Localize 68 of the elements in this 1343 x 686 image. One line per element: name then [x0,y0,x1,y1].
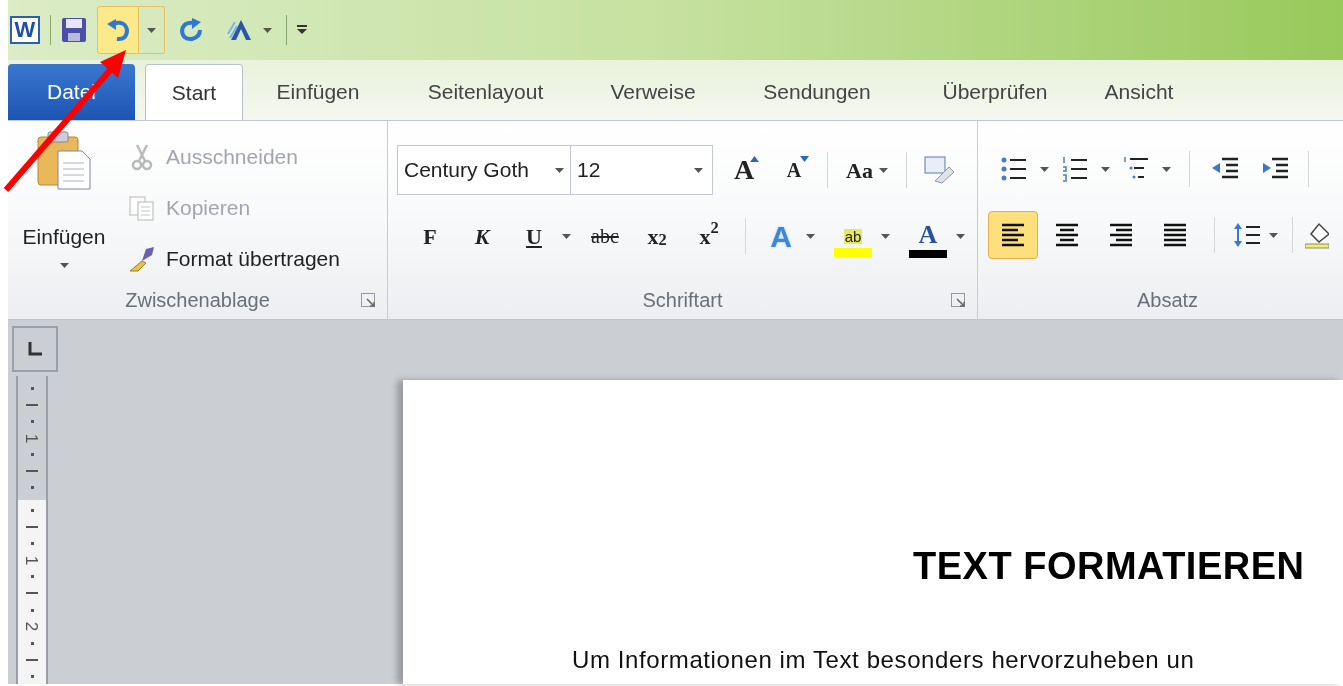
align-justify-icon [1162,222,1188,248]
italic-button[interactable]: K [464,216,500,256]
ribbon-tab[interactable]: Ansicht [1084,64,1194,120]
align-center-icon [1054,222,1080,248]
paste-button[interactable]: Einfügen [10,131,118,273]
underline-button[interactable]: U [516,216,552,256]
undo-button[interactable] [97,6,139,54]
change-case-button[interactable]: Aa [842,150,892,190]
align-right-icon [1108,222,1134,248]
caret-icon[interactable] [1269,232,1278,238]
ruler-number: 1 [23,433,41,443]
bullet-list-icon[interactable] [1000,155,1028,183]
superscript-button[interactable]: x$^{2}$ [691,216,727,256]
font-name-field[interactable]: Century Goth [397,145,571,195]
document-title: TEXT FORMATIEREN [913,544,1305,589]
redo-icon[interactable] [179,18,203,42]
caret-icon[interactable] [555,167,564,173]
font-color-button[interactable]: A [908,214,948,258]
bold-button[interactable]: F [412,216,448,256]
ribbon-tab[interactable]: Verweise [578,64,728,120]
dialog-launcher-icon[interactable] [951,293,965,307]
ribbon-tab[interactable]: Start [145,64,243,120]
caret-icon[interactable] [59,262,69,268]
strikethrough-button[interactable]: abc [587,216,623,256]
caret-icon[interactable] [1040,166,1049,172]
caret-icon[interactable] [562,233,571,239]
caret-icon[interactable] [806,233,815,239]
shrink-font-button[interactable]: A [775,150,813,190]
caret-icon[interactable] [694,167,703,173]
caret-icon[interactable] [956,233,965,239]
undo-icon [105,18,131,42]
dialog-launcher-icon[interactable] [361,293,375,307]
save-icon[interactable] [61,17,87,43]
up-triangle-icon [750,156,759,162]
app-logo: W [10,16,40,44]
group-label: Zwischenablage [125,288,270,313]
caret-icon[interactable] [881,233,890,239]
customize-menu-icon[interactable] [297,25,307,35]
group-label: Schriftart [642,288,723,313]
tab-selector-button[interactable] [12,326,58,372]
paintbrush-icon [128,244,156,273]
caret-icon[interactable] [147,27,156,33]
document-paragraph: Um Informationen im Text besonders hervorzuheben un [572,645,1195,675]
ruler-number: 1 [23,555,41,565]
tab-stop-icon [28,342,42,356]
group-label: Absatz [1136,288,1199,313]
ruler-number: 2 [23,621,41,632]
ribbon-tab[interactable]: Seitenlayout [393,64,578,120]
ribbon-tab[interactable]: Sendungen [728,64,906,120]
caret-icon[interactable] [1162,166,1171,172]
ribbon-button[interactable]: Format übertragen [128,237,340,280]
highlight-button[interactable]: ab [833,215,873,257]
copy-icon [128,193,156,222]
clipboard-icon [36,131,92,191]
caret-icon[interactable] [263,27,272,33]
down-triangle-icon [800,156,809,162]
align-left-icon [1000,222,1026,248]
ribbon-tab[interactable]: Überprüfen [906,64,1084,120]
clear-formatting-icon[interactable] [922,155,955,185]
ribbon-tab[interactable]: Einfügen [243,64,393,120]
caret-icon[interactable] [878,167,888,173]
line-spacing-icon[interactable] [1233,221,1261,249]
subscript-button[interactable]: x$_{2}$ [639,216,675,256]
align-left-button[interactable] [988,211,1038,259]
numbered-list-icon[interactable] [1061,155,1089,183]
font-size-field[interactable]: 12 [571,145,713,195]
grow-font-button[interactable]: A [725,150,763,190]
caret-icon[interactable] [1101,166,1110,172]
